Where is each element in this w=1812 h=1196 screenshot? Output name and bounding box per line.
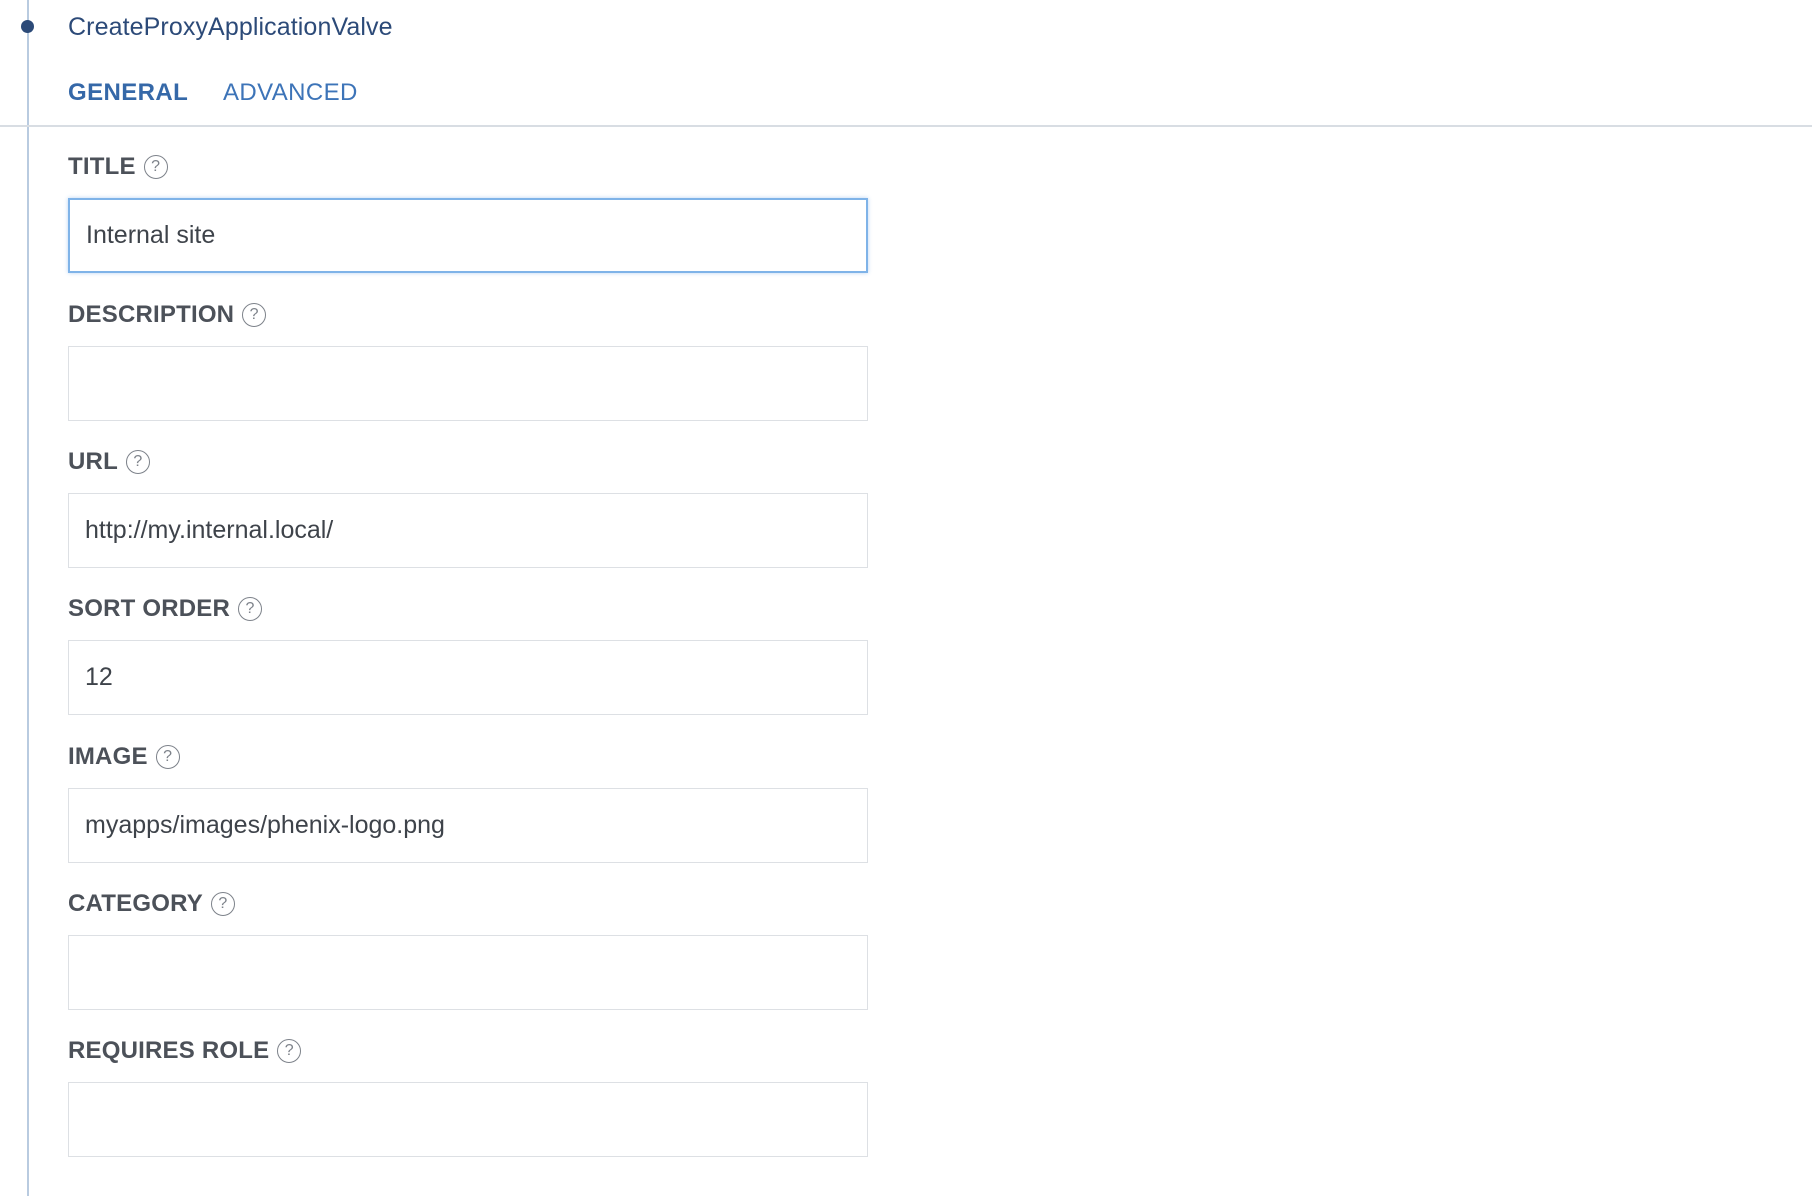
field-image: IMAGE ? — [68, 740, 868, 863]
field-category: CATEGORY ? — [68, 887, 868, 1010]
requires-role-label: REQUIRES ROLE — [68, 1037, 270, 1064]
help-icon[interactable]: ? — [238, 597, 263, 621]
step-title: CreateProxyApplicationValve — [68, 13, 393, 41]
url-label: URL — [68, 448, 118, 475]
field-sort-order: SORT ORDER ? — [68, 592, 868, 715]
help-icon[interactable]: ? — [143, 155, 168, 179]
category-input[interactable] — [68, 935, 868, 1010]
timeline-line — [27, 0, 29, 1196]
title-label: TITLE — [68, 153, 136, 180]
category-label: CATEGORY — [68, 890, 203, 917]
help-icon[interactable]: ? — [125, 450, 150, 474]
timeline-step-dot — [21, 20, 34, 33]
help-icon[interactable]: ? — [242, 303, 267, 327]
image-input[interactable] — [68, 788, 868, 863]
field-requires-role: REQUIRES ROLE ? — [68, 1034, 868, 1157]
tab-general[interactable]: GENERAL — [68, 77, 188, 109]
description-input[interactable] — [68, 346, 868, 421]
tab-advanced[interactable]: ADVANCED — [223, 77, 358, 109]
help-icon[interactable]: ? — [277, 1039, 302, 1063]
description-label: DESCRIPTION — [68, 301, 235, 328]
field-description: DESCRIPTION ? — [68, 298, 868, 421]
help-icon[interactable]: ? — [155, 745, 180, 769]
url-input[interactable] — [68, 493, 868, 568]
requires-role-input[interactable] — [68, 1082, 868, 1157]
title-input[interactable] — [68, 198, 868, 273]
sort-order-input[interactable] — [68, 640, 868, 715]
image-label: IMAGE — [68, 743, 148, 770]
help-icon[interactable]: ? — [210, 892, 235, 916]
tab-divider — [0, 125, 1812, 127]
field-title: TITLE ? — [68, 150, 868, 273]
sort-order-label: SORT ORDER — [68, 595, 231, 622]
field-url: URL ? — [68, 445, 868, 568]
